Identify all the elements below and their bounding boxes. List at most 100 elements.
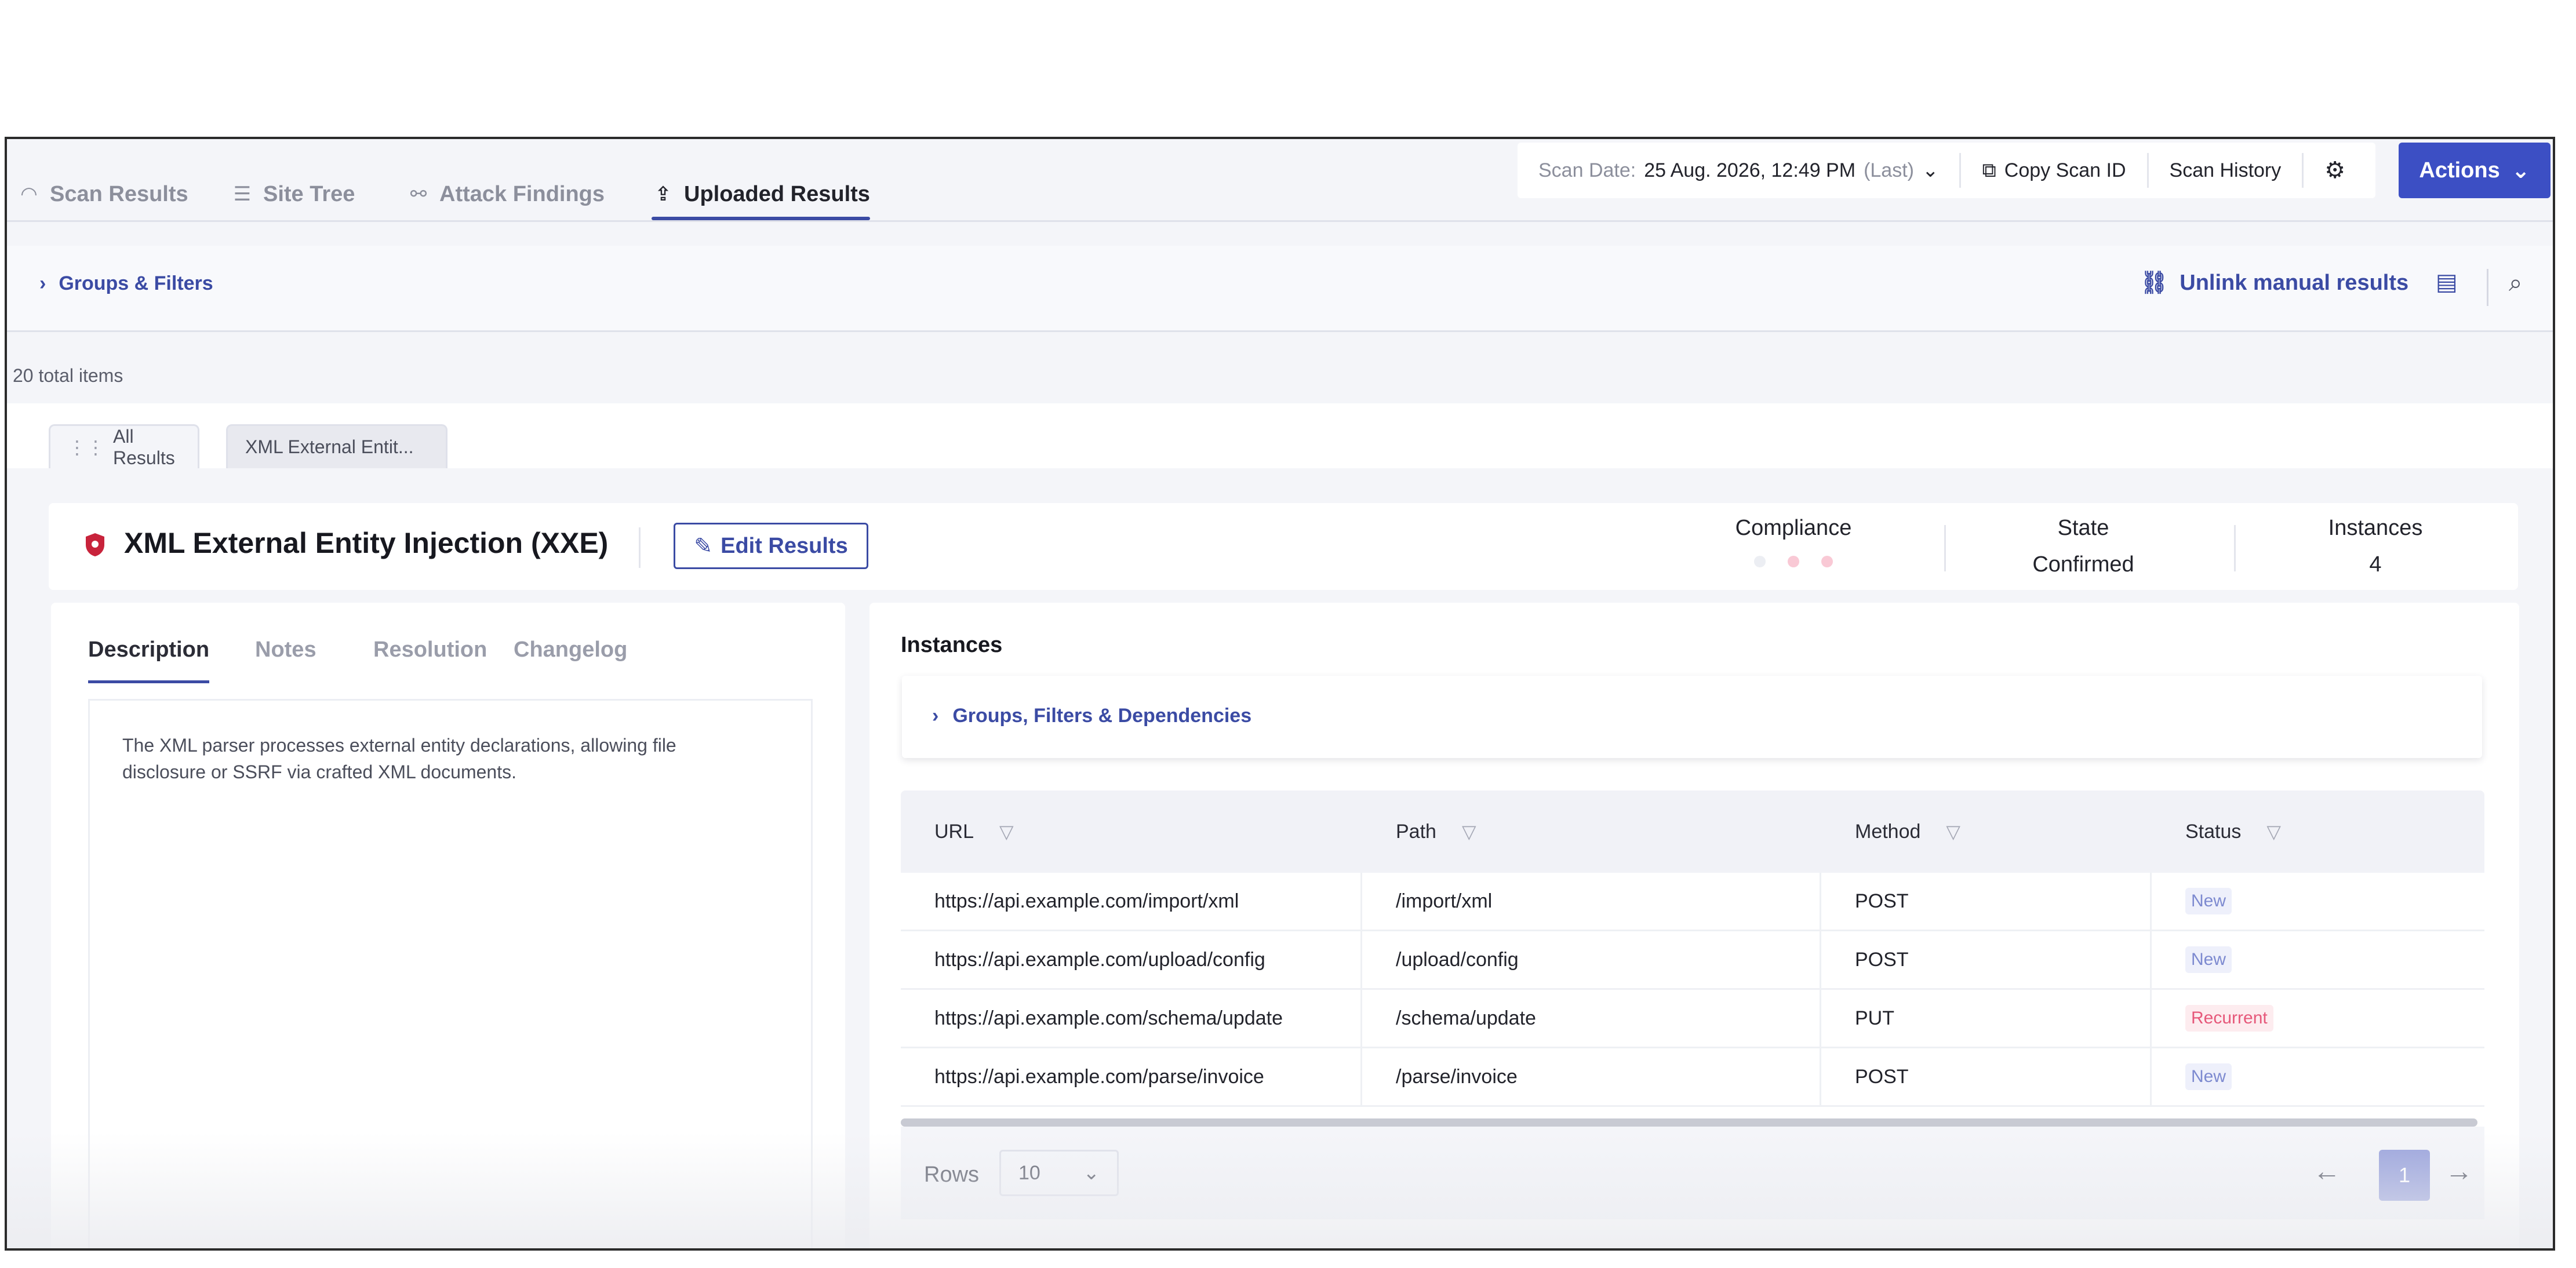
table-row[interactable]: https://api.example.com/schema/update /s… [901, 990, 2484, 1048]
cell-url: https://api.example.com/schema/update [901, 990, 1362, 1047]
chevron-down-icon: ⌄ [2511, 158, 2530, 183]
scan-date-dropdown[interactable]: Scan Date: 25 Aug. 2026, 12:49 PM (Last)… [1518, 153, 1959, 188]
radar-icon: ◠ [21, 183, 37, 205]
state-label: State [2057, 516, 2109, 540]
previous-page-button[interactable]: ← [2313, 1156, 2341, 1187]
table-row[interactable]: https://api.example.com/import/xml /impo… [901, 873, 2484, 931]
scan-date-label: Scan Date: [1538, 159, 1636, 181]
tab-site-tree[interactable]: ☰ Site Tree [231, 174, 355, 214]
subtab-xxe[interactable]: XML External Entit... [226, 424, 447, 468]
top-tab-bar: ◠ Scan Results ☰ Site Tree ⚯ Attack Find… [7, 139, 2553, 222]
state-stat: State Confirmed [2008, 516, 2159, 577]
main-content: XML External Entity Injection (XXE) ✎ Ed… [7, 468, 2553, 1248]
tab-description[interactable]: Description [88, 637, 210, 683]
tab-attack-findings[interactable]: ⚯ Attack Findings [407, 174, 605, 214]
scan-info-bar: Scan Date: 25 Aug. 2026, 12:49 PM (Last)… [1518, 143, 2375, 198]
scan-date-suffix: (Last) [1864, 159, 1914, 181]
page-button-current[interactable]: 1 [2379, 1150, 2430, 1201]
column-label: Method [1855, 820, 1921, 843]
column-header-path[interactable]: Path ▽ [1362, 821, 1821, 843]
chevron-down-icon: ⌄ [1083, 1162, 1100, 1184]
horizontal-scrollbar[interactable] [901, 1118, 2477, 1127]
divider [639, 527, 641, 568]
instances-card: Instances › Groups, Filters & Dependenci… [869, 603, 2519, 1248]
instances-value: 4 [2369, 552, 2382, 577]
arrow-left-icon: ← [2313, 1156, 2341, 1187]
divider [2487, 269, 2488, 306]
upload-icon: ⇪ [654, 183, 672, 205]
tab-resolution[interactable]: Resolution [373, 637, 487, 662]
copy-icon: ⧉ [1982, 159, 1996, 181]
issue-header-card: XML External Entity Injection (XXE) ✎ Ed… [49, 503, 2518, 590]
settings-button[interactable]: ⚙ [2302, 153, 2366, 188]
edit-results-button[interactable]: ✎ Edit Results [674, 523, 868, 569]
table-row[interactable]: https://api.example.com/parse/invoice /p… [901, 1048, 2484, 1107]
column-header-url[interactable]: URL ▽ [901, 821, 1362, 843]
pagination-bar: Rows 10 ⌄ ← 1 → [901, 1127, 2484, 1219]
cell-path: /import/xml [1362, 873, 1821, 930]
tab-changelog[interactable]: Changelog [514, 637, 627, 662]
result-subtabs: ⋮⋮ All Results XML External Entit... [7, 403, 2553, 470]
actions-label: Actions [2419, 158, 2500, 183]
table-row[interactable]: https://api.example.com/upload/config /u… [901, 931, 2484, 990]
pencil-icon: ✎ [694, 534, 713, 559]
column-label: URL [934, 820, 974, 843]
tab-notes[interactable]: Notes [255, 637, 316, 662]
tab-label: Scan Results [50, 181, 188, 206]
subtab-all-results[interactable]: ⋮⋮ All Results [49, 424, 199, 468]
cell-method: POST [1821, 931, 2152, 988]
instances-stat: Instances 4 [2300, 516, 2451, 577]
tab-uploaded-results[interactable]: ⇪ Uploaded Results [652, 174, 870, 220]
cell-status: New [2152, 931, 2484, 988]
cell-method: POST [1821, 873, 2152, 930]
compliance-icon[interactable] [1754, 556, 1766, 567]
scan-history-button[interactable]: Scan History [2146, 153, 2302, 188]
filter-icon[interactable]: ▽ [1946, 821, 1960, 843]
unlink-manual-results-button[interactable]: ⛓ Unlink manual results [2140, 270, 2408, 296]
cell-status: New [2152, 873, 2484, 930]
cell-path: /parse/invoice [1362, 1048, 1821, 1105]
description-box: The XML parser processes external entity… [88, 699, 813, 1248]
filter-icon[interactable]: ▽ [2266, 821, 2281, 843]
scan-date-value: 25 Aug. 2026, 12:49 PM [1644, 159, 1856, 181]
tab-label: Uploaded Results [684, 181, 870, 206]
subtab-label: XML External Entit... [245, 436, 414, 457]
cell-url: https://api.example.com/parse/invoice [901, 1048, 1362, 1105]
attack-icon: ⚯ [410, 183, 427, 205]
cell-status: Recurrent [2152, 990, 2484, 1047]
filter-bar: › Groups & Filters ⛓ Unlink manual resul… [7, 246, 2553, 332]
issue-title: XML External Entity Injection (XXE) [124, 527, 609, 559]
compliance-icon[interactable] [1821, 556, 1833, 567]
groups-filters-toggle[interactable]: › Groups & Filters [39, 272, 213, 295]
cell-url: https://api.example.com/import/xml [901, 873, 1362, 930]
groups-filters-label: Groups & Filters [59, 272, 213, 294]
rows-per-page-select[interactable]: 10 ⌄ [999, 1150, 1119, 1196]
subtab-label: All Results [113, 425, 175, 468]
search-icon[interactable]: ⌕ [2509, 269, 2523, 297]
filter-icon[interactable]: ▽ [1462, 821, 1476, 843]
shield-icon [86, 533, 104, 556]
table-header: URL ▽ Path ▽ Method ▽ Status ▽ [901, 790, 2484, 873]
next-page-button[interactable]: → [2445, 1156, 2473, 1187]
export-report-icon[interactable]: ▤ [2436, 269, 2458, 296]
tab-label: Site Tree [263, 181, 355, 206]
groups-filters-dependencies-toggle[interactable]: › Groups, Filters & Dependencies [932, 705, 1251, 727]
column-header-status[interactable]: Status ▽ [2152, 821, 2484, 843]
state-value: Confirmed [2032, 552, 2134, 577]
copy-scan-id-button[interactable]: ⧉ Copy Scan ID [1959, 153, 2146, 188]
compliance-icon[interactable] [1788, 556, 1799, 567]
gear-icon: ⚙ [2324, 158, 2346, 183]
actions-button[interactable]: Actions ⌄ [2399, 143, 2550, 198]
filter-icon[interactable]: ▽ [999, 821, 1014, 843]
cell-path: /upload/config [1362, 931, 1821, 988]
copy-scan-id-label: Copy Scan ID [2004, 159, 2126, 181]
column-label: Path [1396, 820, 1436, 843]
column-header-method[interactable]: Method ▽ [1821, 821, 2152, 843]
cell-status: New [2152, 1048, 2484, 1105]
details-card: Description Notes Resolution Changelog T… [51, 603, 845, 1248]
tab-scan-results[interactable]: ◠ Scan Results [17, 174, 188, 214]
arrow-right-icon: → [2445, 1156, 2473, 1187]
chevron-down-icon: ⌄ [1922, 159, 1939, 181]
chevron-right-icon: › [39, 272, 46, 294]
grid-icon: ⋮⋮ [68, 436, 105, 458]
